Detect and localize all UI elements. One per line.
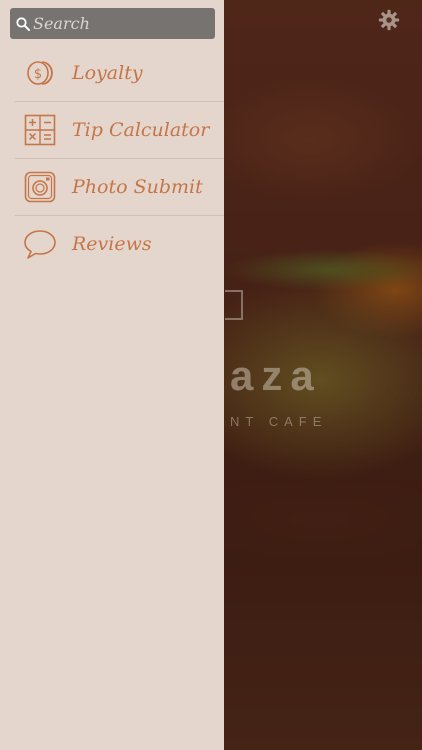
camera-icon [23, 170, 57, 204]
dollar-coin-icon: $ [23, 56, 57, 90]
menu-item-reviews[interactable]: Reviews [15, 216, 224, 272]
menu-item-photo-submit[interactable]: Photo Submit [15, 159, 224, 216]
menu-item-tip-calculator[interactable]: Tip Calculator [15, 102, 224, 159]
search-bar[interactable] [10, 8, 215, 39]
search-input[interactable] [33, 14, 203, 33]
drawer-menu: $ Loyalty Tip Calculator Photo Submit Re… [15, 45, 224, 272]
calculator-icon [23, 113, 57, 147]
speech-bubble-icon [23, 227, 57, 261]
search-icon [15, 16, 31, 32]
menu-item-label: Reviews [72, 233, 152, 255]
menu-item-loyalty[interactable]: $ Loyalty [15, 45, 224, 102]
menu-item-label: Photo Submit [72, 176, 203, 198]
logo-title: aza [230, 352, 322, 399]
side-drawer: $ Loyalty Tip Calcu [0, 0, 224, 750]
logo-subtitle: NT CAFE [230, 414, 328, 429]
settings-button[interactable] [376, 9, 402, 35]
logo-mark [225, 290, 243, 320]
gear-icon [378, 9, 400, 36]
menu-item-label: Loyalty [72, 62, 143, 84]
svg-text:$: $ [34, 67, 42, 82]
menu-item-label: Tip Calculator [72, 119, 210, 141]
